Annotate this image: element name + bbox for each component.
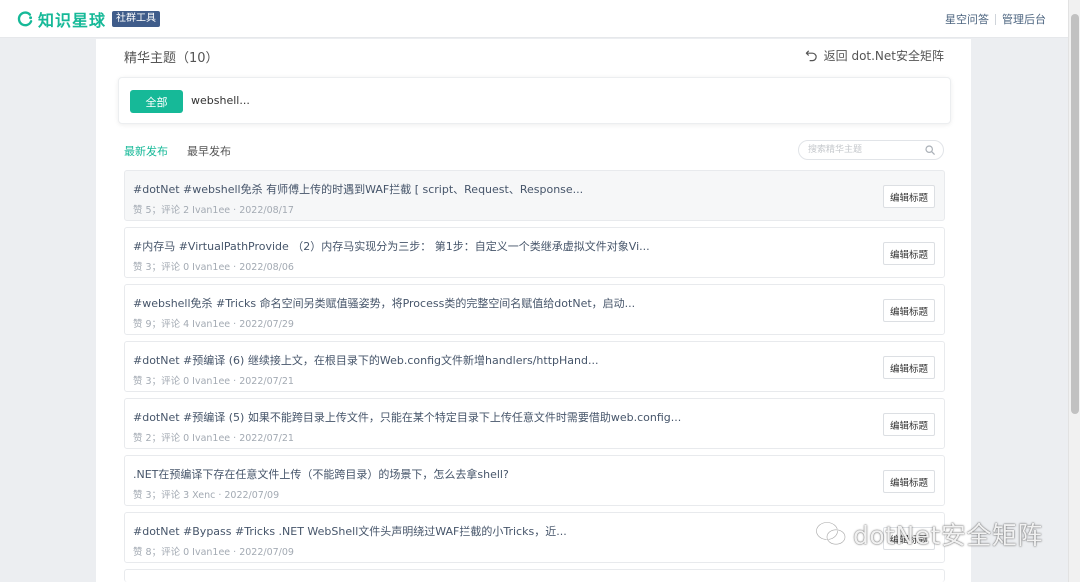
search-box bbox=[798, 140, 944, 160]
topic-meta: 赞 2；评论 0 Ivan1ee · 2022/07/21 bbox=[133, 433, 294, 444]
wechat-watermark: dotNet安全矩阵 bbox=[815, 516, 1043, 552]
topic-item[interactable]: #dotNet #webshell免杀 有师傅上传的时遇到WAF拦截 [ scr… bbox=[124, 170, 945, 221]
top-navbar: 知识星球 社群工具 星空问答 管理后台 bbox=[0, 0, 1068, 38]
wechat-icon bbox=[815, 521, 846, 545]
nav-divider bbox=[995, 13, 996, 25]
scrollbar-thumb[interactable] bbox=[1071, 14, 1079, 414]
topic-title[interactable]: #webshell免杀 #Tricks 命名空间另类赋值骚姿势，将Process… bbox=[133, 295, 873, 311]
edit-title-button[interactable]: 编辑标题 bbox=[883, 413, 935, 436]
topic-item-partial[interactable] bbox=[124, 569, 945, 582]
edit-title-button[interactable]: 编辑标题 bbox=[883, 356, 935, 379]
edit-title-button[interactable]: 编辑标题 bbox=[883, 242, 935, 265]
undo-arrow-icon bbox=[805, 50, 817, 62]
nav-link-qa[interactable]: 星空问答 bbox=[945, 11, 989, 27]
topic-title[interactable]: #dotNet #webshell免杀 有师傅上传的时遇到WAF拦截 [ scr… bbox=[133, 181, 873, 197]
sort-tab-earliest[interactable]: 最早发布 bbox=[187, 143, 231, 159]
topic-meta: 赞 3；评论 3 Xenc · 2022/07/09 bbox=[133, 490, 280, 501]
topic-meta: 赞 3；评论 0 Ivan1ee · 2022/08/06 bbox=[133, 262, 294, 273]
edit-title-button[interactable]: 编辑标题 bbox=[883, 470, 935, 493]
topic-title[interactable]: #dotNet #预编译 (6) 继续接上文，在根目录下的Web.config文… bbox=[133, 352, 873, 368]
topic-title[interactable]: #dotNet #预编译 (5) 如果不能跨目录上传文件，只能在某个特定目录下上… bbox=[133, 409, 873, 425]
topic-meta: 赞 8；评论 0 Ivan1ee · 2022/07/09 bbox=[133, 547, 294, 558]
topic-item[interactable]: #webshell免杀 #Tricks 命名空间另类赋值骚姿势，将Process… bbox=[124, 284, 945, 335]
filter-tag-webshell[interactable]: webshell... bbox=[191, 94, 250, 107]
page-title: 精华主题（10） bbox=[124, 51, 219, 66]
topic-title[interactable]: #内存马 #VirtualPathProvide （2）内存马实现分为三步： 第… bbox=[133, 238, 873, 254]
topic-item[interactable]: #dotNet #预编译 (5) 如果不能跨目录上传文件，只能在某个特定目录下上… bbox=[124, 398, 945, 449]
filter-all-button[interactable]: 全部 bbox=[130, 90, 183, 113]
topic-item[interactable]: .NET在预编译下存在任意文件上传（不能跨目录）的场景下，怎么去拿shell? … bbox=[124, 455, 945, 506]
logo[interactable]: 知识星球 社群工具 bbox=[16, 7, 161, 31]
topic-title[interactable]: #dotNet #Bypass #Tricks .NET WebShell文件头… bbox=[133, 523, 873, 539]
watermark-text: dotNet安全矩阵 bbox=[853, 521, 1043, 550]
main-panel: 精华主题（10） 返回 dot.Net安全矩阵 全部 webshell... 最… bbox=[96, 39, 971, 582]
back-link-label: 返回 dot.Net安全矩阵 bbox=[823, 49, 944, 63]
topic-item[interactable]: #dotNet #预编译 (6) 继续接上文，在根目录下的Web.config文… bbox=[124, 341, 945, 392]
search-input[interactable] bbox=[808, 141, 926, 159]
page-scrollbar[interactable] bbox=[1068, 0, 1080, 582]
topic-meta: 赞 3；评论 0 Ivan1ee · 2022/07/21 bbox=[133, 376, 294, 387]
logo-text: 知识星球 bbox=[38, 10, 107, 30]
search-icon[interactable] bbox=[925, 145, 935, 155]
page-header: 精华主题（10） 返回 dot.Net安全矩阵 bbox=[124, 47, 944, 67]
planet-logo-icon bbox=[17, 10, 33, 26]
edit-title-button[interactable]: 编辑标题 bbox=[883, 185, 935, 208]
tag-filter-card: 全部 webshell... bbox=[118, 77, 951, 124]
topic-meta: 赞 5；评论 2 Ivan1ee · 2022/08/17 bbox=[133, 205, 294, 216]
top-links: 星空问答 管理后台 bbox=[945, 11, 1046, 27]
edit-title-button[interactable]: 编辑标题 bbox=[883, 299, 935, 322]
sort-toolbar: 最新发布 最早发布 bbox=[124, 140, 944, 162]
back-link[interactable]: 返回 dot.Net安全矩阵 bbox=[805, 47, 944, 64]
sort-tab-latest[interactable]: 最新发布 bbox=[124, 143, 168, 159]
nav-link-admin[interactable]: 管理后台 bbox=[1002, 11, 1046, 27]
topic-item[interactable]: #内存马 #VirtualPathProvide （2）内存马实现分为三步： 第… bbox=[124, 227, 945, 278]
topic-title[interactable]: .NET在预编译下存在任意文件上传（不能跨目录）的场景下，怎么去拿shell? bbox=[133, 466, 873, 482]
logo-badge: 社群工具 bbox=[112, 10, 161, 27]
topic-meta: 赞 9；评论 4 Ivan1ee · 2022/07/29 bbox=[133, 319, 294, 330]
